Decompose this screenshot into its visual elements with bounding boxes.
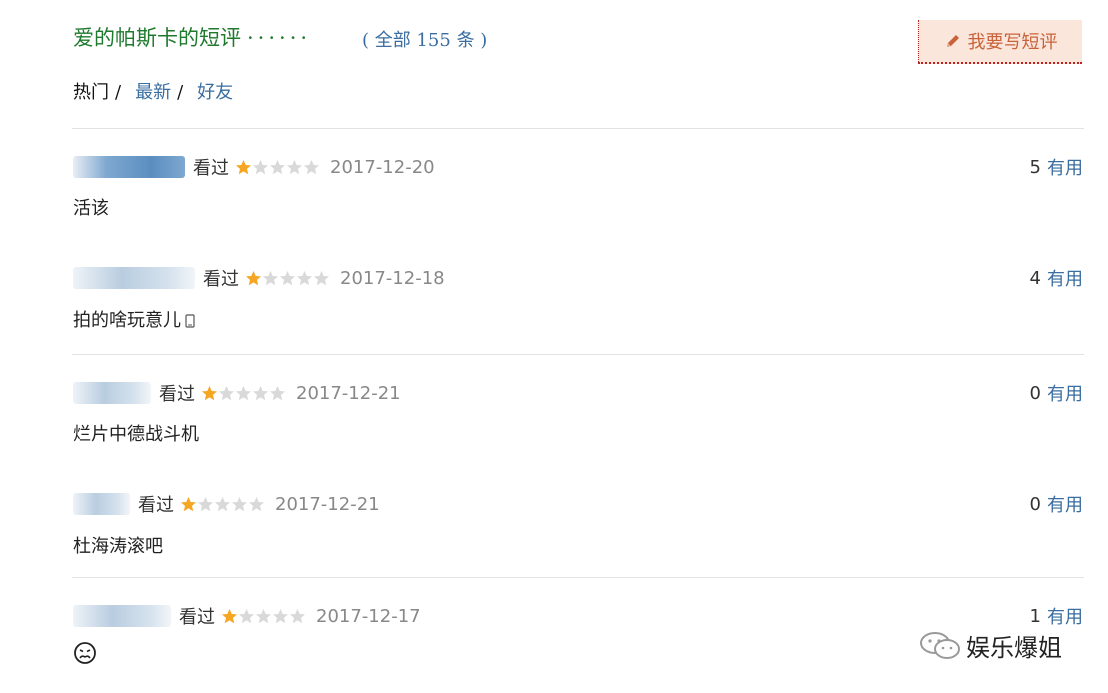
review-comment: 活该 — [73, 198, 109, 219]
title-text: 爱的帕斯卡的短评 — [73, 26, 241, 50]
useful-vote[interactable]: 1 有用 — [1030, 603, 1083, 629]
useful-label[interactable]: 有用 — [1047, 603, 1083, 629]
star-empty-icon — [215, 496, 230, 511]
watermark-text: 娱乐爆姐 — [966, 634, 1062, 662]
count-number: 155 — [416, 30, 451, 51]
star-empty-icon — [253, 385, 268, 400]
star-empty-icon — [219, 385, 234, 400]
star-filled-icon — [181, 496, 196, 511]
review-meta: 看过 2017-12-20 — [73, 154, 435, 180]
useful-vote[interactable]: 0 有用 — [1030, 491, 1083, 517]
rating-stars — [221, 608, 306, 625]
review-date: 2017-12-17 — [316, 605, 421, 627]
star-empty-icon — [263, 270, 278, 285]
write-review-label: 我要写短评 — [967, 32, 1058, 53]
count-prefix: ( 全部 — [362, 30, 411, 51]
review-meta: 看过 2017-12-21 — [73, 380, 401, 406]
username[interactable] — [73, 382, 151, 404]
star-empty-icon — [270, 385, 285, 400]
username[interactable] — [73, 156, 185, 178]
useful-count: 4 — [1029, 267, 1041, 289]
star-empty-icon — [273, 608, 288, 623]
useful-label[interactable]: 有用 — [1047, 491, 1083, 517]
star-empty-icon — [253, 159, 268, 174]
star-filled-icon — [246, 270, 261, 285]
star-empty-icon — [280, 270, 295, 285]
tab-hot[interactable]: 热门 — [73, 78, 109, 104]
rating-stars — [201, 385, 286, 402]
username[interactable] — [73, 267, 195, 289]
write-review-button[interactable]: 我要写短评 — [918, 20, 1082, 64]
watched-label: 看过 — [179, 607, 215, 628]
rating-stars — [245, 270, 330, 287]
review-comment: 杜海涛滚吧 — [73, 536, 163, 557]
divider — [72, 354, 1084, 355]
star-filled-icon — [236, 159, 251, 174]
star-empty-icon — [256, 608, 271, 623]
rating-stars — [235, 159, 320, 176]
tab-latest[interactable]: 最新 — [135, 78, 171, 104]
username[interactable] — [73, 605, 171, 627]
star-empty-icon — [297, 270, 312, 285]
useful-count: 1 — [1029, 605, 1041, 627]
star-empty-icon — [314, 270, 329, 285]
star-empty-icon — [232, 496, 247, 511]
review-date: 2017-12-21 — [275, 493, 380, 515]
watched-label: 看过 — [138, 495, 174, 516]
star-empty-icon — [290, 608, 305, 623]
pencil-icon — [946, 35, 959, 47]
divider — [72, 128, 1084, 129]
frown-emoji-icon — [74, 642, 96, 664]
review-date: 2017-12-20 — [330, 156, 435, 178]
tab-separator: / — [115, 82, 122, 103]
useful-vote[interactable]: 5 有用 — [1030, 154, 1083, 180]
title-dots: ······ — [247, 26, 312, 50]
review-comment-text: 拍的啥玩意儿 — [73, 310, 181, 331]
useful-label[interactable]: 有用 — [1047, 154, 1083, 180]
star-empty-icon — [270, 159, 285, 174]
sort-tabs: 热门 / 最新 / 好友 — [73, 78, 239, 104]
useful-label[interactable]: 有用 — [1047, 265, 1083, 291]
review-count[interactable]: ( 全部 155 条 ) — [362, 26, 487, 52]
useful-vote[interactable]: 0 有用 — [1030, 380, 1083, 406]
review-comment: 烂片中德战斗机 — [73, 424, 199, 445]
review-meta: 看过 2017-12-18 — [73, 265, 445, 291]
review-comment: 拍的啥玩意儿 — [73, 306, 195, 332]
username[interactable] — [73, 493, 130, 515]
review-date: 2017-12-18 — [340, 267, 445, 289]
star-filled-icon — [202, 385, 217, 400]
watched-label: 看过 — [203, 269, 239, 290]
useful-count: 5 — [1029, 156, 1041, 178]
watched-label: 看过 — [159, 384, 195, 405]
phone-icon — [185, 314, 195, 328]
star-empty-icon — [304, 159, 319, 174]
star-empty-icon — [239, 608, 254, 623]
count-suffix: 条 ) — [456, 30, 488, 51]
useful-count: 0 — [1029, 493, 1041, 515]
star-empty-icon — [249, 496, 264, 511]
useful-label[interactable]: 有用 — [1047, 380, 1083, 406]
review-date: 2017-12-21 — [296, 382, 401, 404]
watched-label: 看过 — [193, 158, 229, 179]
review-meta: 看过 2017-12-21 — [73, 491, 380, 517]
star-filled-icon — [222, 608, 237, 623]
page-title: 爱的帕斯卡的短评 ······ — [73, 22, 311, 52]
useful-count: 0 — [1029, 382, 1041, 404]
star-empty-icon — [287, 159, 302, 174]
useful-vote[interactable]: 4 有用 — [1030, 265, 1083, 291]
wechat-icon — [920, 631, 960, 659]
tab-friends[interactable]: 好友 — [197, 78, 233, 104]
star-empty-icon — [236, 385, 251, 400]
divider — [72, 577, 1084, 578]
watermark: 娱乐爆姐 — [918, 628, 1062, 663]
rating-stars — [180, 496, 265, 513]
review-meta: 看过 2017-12-17 — [73, 603, 421, 629]
tab-separator: / — [177, 82, 184, 103]
star-empty-icon — [198, 496, 213, 511]
